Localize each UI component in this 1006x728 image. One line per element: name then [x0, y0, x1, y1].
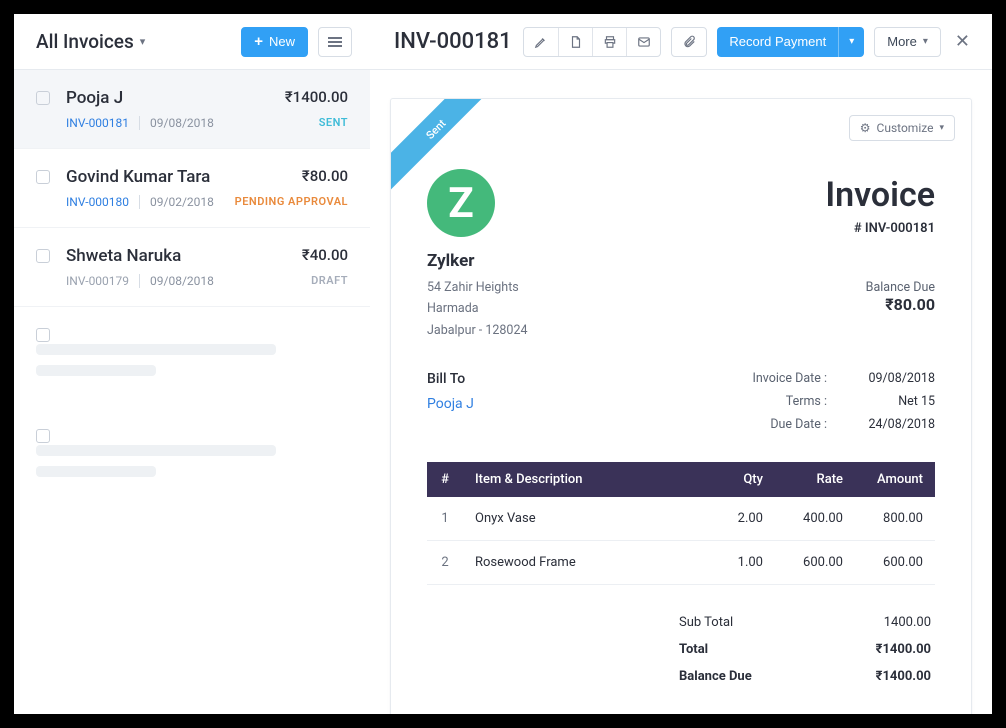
new-invoice-button[interactable]: + New	[241, 27, 308, 57]
balance-label: Balance Due	[825, 280, 935, 295]
invoice-amount: ₹1400.00	[285, 88, 348, 106]
invoice-id: INV-000180	[66, 195, 129, 209]
status-badge: SENT	[285, 116, 348, 129]
invoice-id: INV-000179	[66, 274, 129, 288]
close-detail-button[interactable]: ✕	[955, 31, 970, 52]
chevron-down-icon: ▾	[140, 35, 146, 48]
customer-name: Pooja J	[66, 88, 285, 108]
attach-button[interactable]	[672, 28, 706, 56]
invoice-amount: ₹40.00	[302, 246, 348, 264]
table-row: 2 Rosewood Frame 1.00 600.00 600.00	[427, 540, 935, 584]
record-payment-split: Record Payment ▾	[717, 27, 864, 57]
invoice-detail: Sent ⚙ Customize ▾ Z Zylker 54 Zahir Hei…	[370, 70, 992, 714]
gear-icon: ⚙	[860, 121, 871, 135]
balance-due-block: Balance Due ₹80.00	[825, 280, 935, 314]
chevron-down-icon: ▾	[939, 123, 944, 133]
list-title-label: All Invoices	[36, 30, 134, 53]
invoice-amount: ₹80.00	[235, 167, 348, 185]
record-payment-dropdown[interactable]: ▾	[838, 27, 864, 57]
row-checkbox[interactable]	[36, 429, 50, 443]
bill-to-block: Bill To Pooja J	[427, 371, 474, 440]
invoice-meta: Invoice Date :09/08/2018 Terms :Net 15 D…	[752, 371, 935, 440]
pencil-icon	[534, 35, 548, 49]
pdf-button[interactable]	[558, 28, 592, 56]
detail-toolbar: INV-000181	[370, 14, 992, 69]
new-label: New	[269, 34, 295, 49]
totals: Sub Total1400.00 Total₹1400.00 Balance D…	[427, 609, 935, 690]
invoice-date: 09/08/2018	[150, 116, 214, 130]
row-checkbox[interactable]	[36, 328, 50, 342]
table-row: 1 Onyx Vase 2.00 400.00 800.00	[427, 497, 935, 541]
plus-icon: +	[254, 33, 263, 50]
col-rate: Rate	[775, 462, 855, 497]
line-items-table: # Item & Description Qty Rate Amount 1 O…	[427, 462, 935, 585]
detail-title: INV-000181	[394, 29, 512, 54]
list-item[interactable]: Shweta Naruka INV-000179 09/08/2018 ₹40.…	[14, 228, 370, 307]
app: All Invoices ▾ + New INV-000181	[14, 14, 992, 714]
status-ribbon-label: Sent	[391, 99, 487, 187]
invoice-date: 09/02/2018	[150, 195, 214, 209]
status-ribbon: Sent	[391, 99, 487, 195]
row-checkbox[interactable]	[36, 249, 50, 263]
company-address: 54 Zahir Heights Harmada Jabalpur - 1280…	[427, 277, 825, 341]
document-title-block: Invoice # INV-000181	[825, 175, 935, 236]
paperclip-icon	[682, 35, 696, 49]
col-qty: Qty	[695, 462, 775, 497]
list-item[interactable]: Govind Kumar Tara INV-000180 09/02/2018 …	[14, 149, 370, 228]
invoice-list: Pooja J INV-000181 09/08/2018 ₹1400.00 S…	[14, 70, 370, 714]
invoice-date: 09/08/2018	[150, 274, 214, 288]
printer-icon	[603, 35, 617, 49]
row-checkbox[interactable]	[36, 170, 50, 184]
col-item: Item & Description	[463, 462, 695, 497]
invoice-header: Z Zylker 54 Zahir Heights Harmada Jabalp…	[427, 169, 935, 341]
list-menu-button[interactable]	[318, 27, 352, 57]
email-button[interactable]	[626, 28, 660, 56]
list-actions: + New	[241, 27, 352, 57]
document-number: # INV-000181	[825, 221, 935, 236]
list-item-placeholder	[14, 307, 370, 408]
attach-group	[671, 27, 707, 57]
invoice-id: INV-000181	[66, 116, 129, 130]
balance-value: ₹80.00	[825, 295, 935, 314]
chevron-down-icon: ▾	[923, 36, 928, 47]
top-bar: All Invoices ▾ + New INV-000181	[14, 14, 992, 70]
invoice-card: Sent ⚙ Customize ▾ Z Zylker 54 Zahir Hei…	[390, 98, 972, 714]
detail-action-group	[523, 27, 661, 57]
divider	[139, 195, 140, 209]
customize-label: Customize	[877, 121, 934, 135]
more-label: More	[887, 34, 917, 49]
customer-name: Govind Kumar Tara	[66, 167, 235, 187]
col-num: #	[427, 462, 463, 497]
record-payment-button[interactable]: Record Payment	[717, 27, 838, 57]
file-icon	[569, 35, 583, 49]
edit-button[interactable]	[524, 28, 558, 56]
divider	[139, 116, 140, 130]
list-item-placeholder	[14, 408, 370, 509]
invoice-mid: Bill To Pooja J Invoice Date :09/08/2018…	[427, 371, 935, 440]
company-name: Zylker	[427, 251, 825, 271]
list-toolbar: All Invoices ▾ + New	[14, 14, 370, 69]
customer-name: Shweta Naruka	[66, 246, 302, 266]
customize-button[interactable]: ⚙ Customize ▾	[849, 115, 955, 141]
bill-to-name[interactable]: Pooja J	[427, 396, 474, 412]
hamburger-icon	[328, 37, 342, 47]
mail-icon	[637, 35, 651, 49]
status-badge: DRAFT	[302, 274, 348, 287]
bill-to-label: Bill To	[427, 371, 474, 387]
list-item[interactable]: Pooja J INV-000181 09/08/2018 ₹1400.00 S…	[14, 70, 370, 149]
document-title: Invoice	[825, 175, 935, 215]
status-badge: PENDING APPROVAL	[235, 195, 348, 208]
divider	[139, 274, 140, 288]
col-amount: Amount	[855, 462, 935, 497]
list-title-dropdown[interactable]: All Invoices ▾	[36, 30, 145, 53]
row-checkbox[interactable]	[36, 91, 50, 105]
more-button[interactable]: More ▾	[874, 27, 941, 57]
print-button[interactable]	[592, 28, 626, 56]
main: Pooja J INV-000181 09/08/2018 ₹1400.00 S…	[14, 70, 992, 714]
